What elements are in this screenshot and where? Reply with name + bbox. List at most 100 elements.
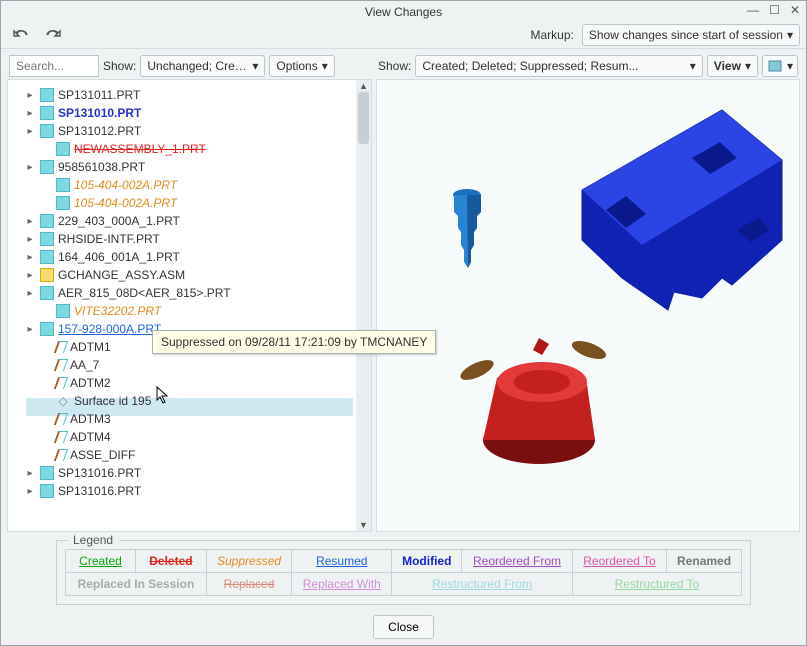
tree-item[interactable]: NEWASSEMBLY_1.PRT [10,140,369,158]
close-button[interactable]: Close [373,615,434,639]
tree-item-label: AER_815_08D<AER_815>.PRT [58,286,231,300]
tree-item-label: ADTM3 [70,412,111,426]
tree-item-label: VITE32202.PRT [74,304,161,318]
legend-replaced-with: Replaced With [292,573,392,596]
tree-item-label: GCHANGE_ASSY.ASM [58,268,185,282]
left-show-dropdown[interactable]: Unchanged; Create... ▾ [140,55,265,77]
red-part [483,338,595,464]
tree-item[interactable]: VITE32202.PRT [10,302,369,320]
part-icon [40,88,54,102]
tree-wrap: ▸SP131011.PRT▸SP131010.PRT▸SP131012.PRTN… [7,79,372,532]
part-icon [40,124,54,138]
part-icon [56,178,70,192]
expand-arrow-icon[interactable]: ▸ [24,288,36,299]
tree-item[interactable]: ▸ AER_815_08D<AER_815>.PRT [10,284,369,302]
markup-value: Show changes since start of session [589,28,783,42]
expand-arrow-icon[interactable]: ▸ [24,162,36,173]
tree-item[interactable]: ▸ 958561038.PRT [10,158,369,176]
expand-arrow-icon[interactable]: ▸ [24,234,36,245]
tree-item[interactable]: ADTM3 [10,410,369,428]
scroll-down-icon[interactable]: ▼ [356,519,371,531]
tree-item[interactable]: ▸SP131012.PRT [10,122,369,140]
part-icon [40,250,54,264]
display-style-dropdown[interactable]: ▾ [762,55,798,77]
datum-icon [54,431,68,443]
tree-item[interactable]: ▸229_403_000A_1.PRT [10,212,369,230]
redo-button[interactable] [39,24,67,46]
tree-item[interactable]: ◇Surface id 195 [10,392,369,410]
expand-arrow-icon[interactable]: ▸ [24,126,36,137]
right-show-dropdown[interactable]: Created; Deleted; Suppressed; Resum... ▾ [415,55,702,77]
tree-item[interactable]: ▸ SP131016.PRT [10,464,369,482]
blue-screw [453,189,481,268]
part-icon [56,142,70,156]
expand-arrow-icon[interactable]: ▸ [24,468,36,479]
expand-arrow-icon[interactable]: ▸ [24,216,36,227]
tree-item[interactable]: ASSE_DIFF [10,446,369,464]
view-dropdown[interactable]: View ▾ [707,55,758,77]
datum-icon [54,413,68,425]
legend-replaced-in-session: Replaced In Session [66,573,207,596]
right-panelbar: Show: Created; Deleted; Suppressed; Resu… [376,53,800,79]
part-icon [40,466,54,480]
right-show-value: Created; Deleted; Suppressed; Resum... [422,59,685,73]
tree-item-label: 958561038.PRT [58,160,145,174]
tree-item-label: SP131016.PRT [58,466,141,480]
tree-item[interactable]: ▸SP131011.PRT [10,86,369,104]
tree-item-label: RHSIDE-INTF.PRT [58,232,160,246]
tree-item[interactable]: 105-404-002A.PRT [10,176,369,194]
legend-restructured-from: Restructured From [392,573,573,596]
expand-arrow-icon[interactable]: ▸ [24,108,36,119]
chevron-down-icon: ▾ [322,59,328,73]
part-icon [40,160,54,174]
search-input[interactable] [9,55,99,77]
chevron-down-icon: ▾ [787,59,793,73]
tree-item-label: 164_406_001A_1.PRT [58,250,180,264]
tooltip: Suppressed on 09/28/11 17:21:09 by TMCNA… [152,330,436,354]
right-show-label: Show: [378,59,411,73]
legend-renamed: Renamed [667,550,742,573]
right-panel: Show: Created; Deleted; Suppressed; Resu… [376,53,800,532]
options-dropdown[interactable]: Options ▾ [269,55,334,77]
tree-item[interactable]: ▸ RHSIDE-INTF.PRT [10,230,369,248]
expand-arrow-icon[interactable]: ▸ [24,90,36,101]
viewport-3d[interactable] [376,79,800,532]
tree-item-label: ADTM2 [70,376,111,390]
tree-item[interactable]: ADTM4 [10,428,369,446]
undo-button[interactable] [7,24,35,46]
part-icon [40,322,54,336]
footer: Close [1,609,806,645]
chevron-down-icon: ▾ [252,59,258,73]
tree-item[interactable]: AA_7 [10,356,369,374]
part-icon [56,304,70,318]
tree-item[interactable]: ▸SP131016.PRT [10,482,369,500]
left-show-label: Show: [103,59,136,73]
legend-table: Created Deleted Suppressed Resumed Modif… [65,549,742,596]
blue-part [582,110,782,310]
close-icon[interactable]: ✕ [790,3,800,17]
tree-item-label: AA_7 [70,358,99,372]
expand-arrow-icon[interactable]: ▸ [24,324,36,335]
tree-item[interactable]: 105-404-002A.PRT [10,194,369,212]
chevron-down-icon: ▾ [745,59,751,73]
part-icon [56,196,70,210]
tree-item[interactable]: ADTM2 [10,374,369,392]
tree-item[interactable]: ▸ GCHANGE_ASSY.ASM [10,266,369,284]
legend-reordered-from: Reordered From [462,550,573,573]
expand-arrow-icon[interactable]: ▸ [24,252,36,263]
markup-dropdown[interactable]: Show changes since start of session ▾ [582,24,800,46]
options-label: Options [276,59,317,73]
expand-arrow-icon[interactable]: ▸ [24,486,36,497]
legend-restructured-to: Restructured To [572,573,741,596]
tree-item-label: NEWASSEMBLY_1.PRT [74,142,206,156]
tree-item[interactable]: ▸ SP131010.PRT [10,104,369,122]
model-tree[interactable]: ▸SP131011.PRT▸SP131010.PRT▸SP131012.PRTN… [8,80,371,506]
tree-item[interactable]: ▸ 164_406_001A_1.PRT [10,248,369,266]
left-panel: Show: Unchanged; Create... ▾ Options ▾ ▸… [7,53,372,532]
legend-suppressed: Suppressed [206,550,291,573]
tree-item-label: SP131010.PRT [58,106,141,120]
expand-arrow-icon[interactable]: ▸ [24,270,36,281]
tree-item-label: ADTM1 [70,340,111,354]
maximize-icon[interactable]: ☐ [769,3,780,17]
minimize-icon[interactable]: — [747,3,759,17]
